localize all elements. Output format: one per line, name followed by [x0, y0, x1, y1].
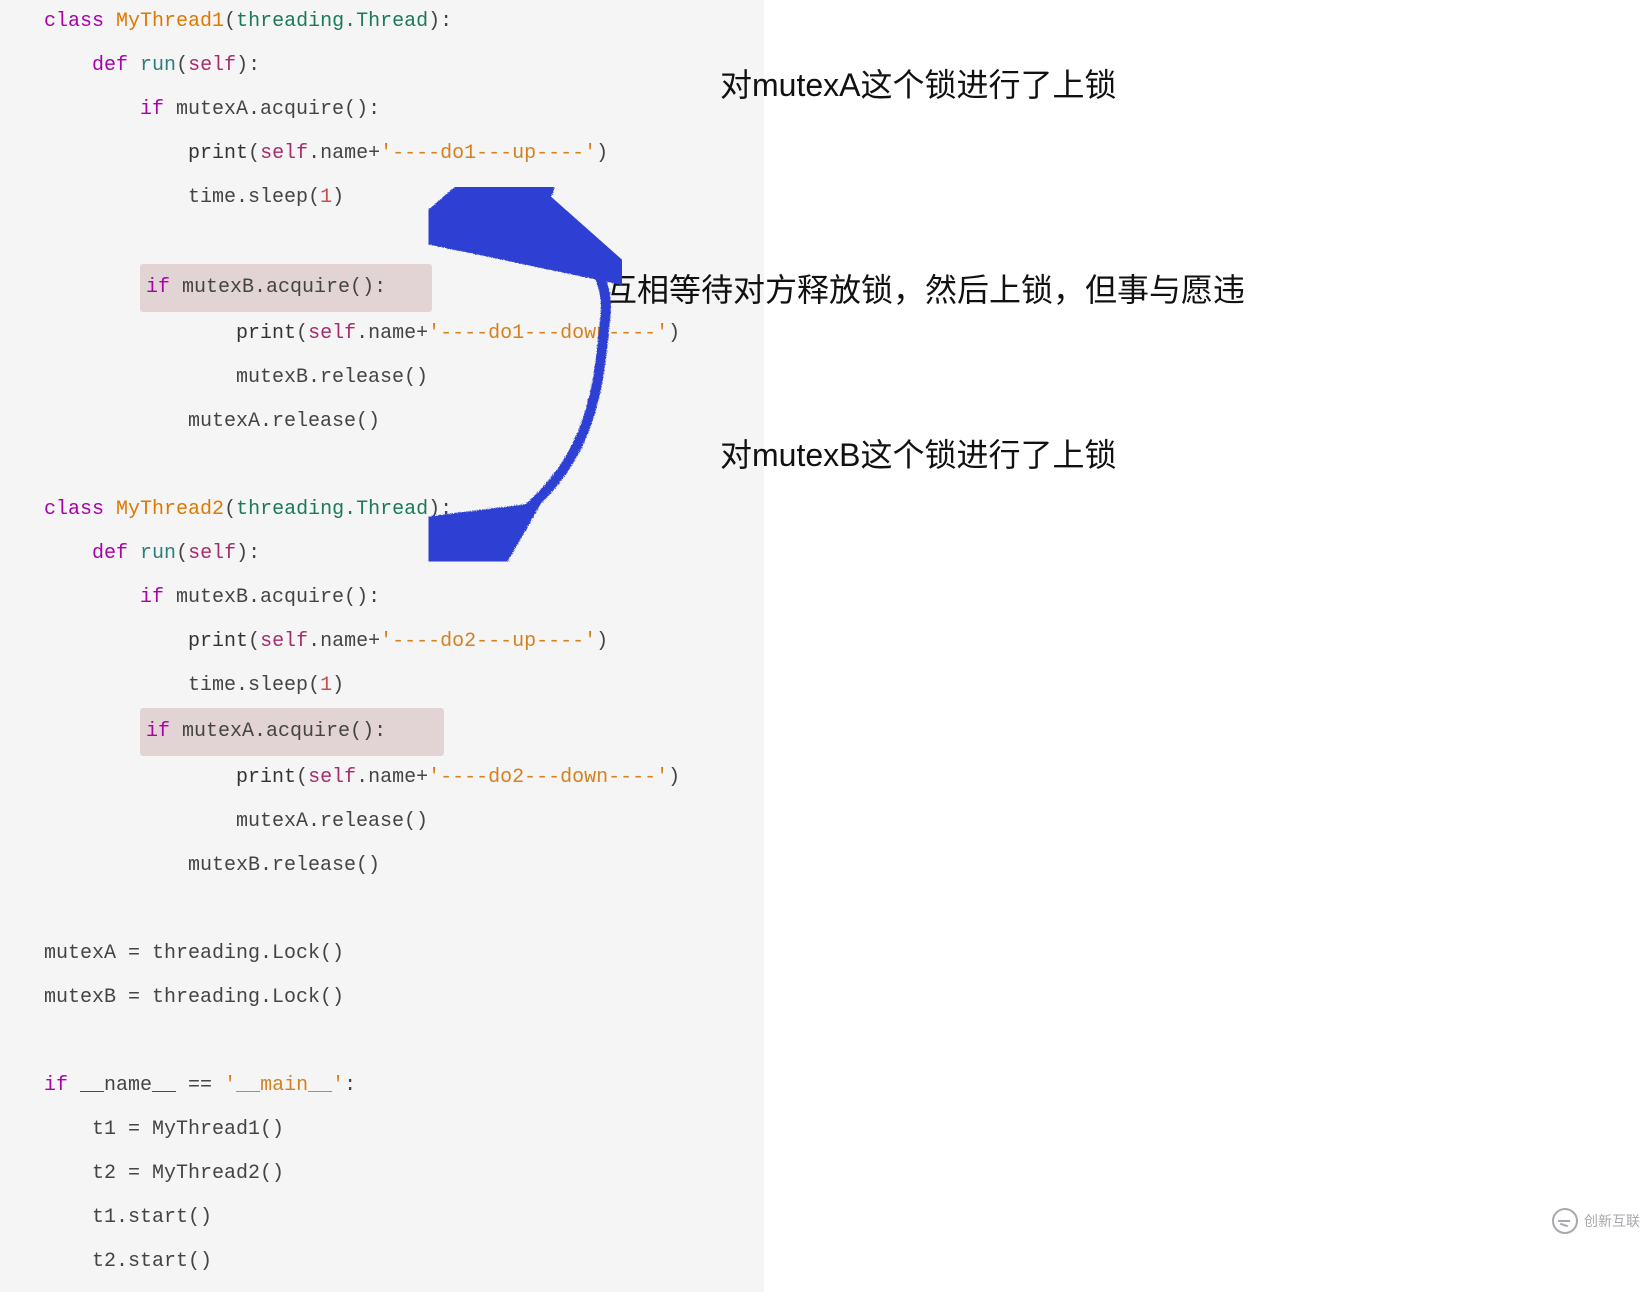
logo-icon	[1552, 1208, 1578, 1234]
annotation-mutexa-lock: 对mutexA这个锁进行了上锁	[720, 60, 1117, 106]
highlight-mutexa-acquire-2: if mutexA.acquire():	[140, 708, 444, 756]
watermark-text: 创新互联	[1584, 1211, 1640, 1231]
code-block: class MyThread1(threading.Thread): def r…	[0, 0, 764, 1292]
annotation-deadlock: 互相等待对方释放锁，然后上锁，但事与愿违	[605, 265, 1245, 311]
highlight-mutexb-acquire-1: if mutexB.acquire():	[140, 264, 432, 312]
annotation-mutexb-lock: 对mutexB这个锁进行了上锁	[720, 430, 1117, 476]
watermark: 创新互联	[1552, 1208, 1640, 1234]
